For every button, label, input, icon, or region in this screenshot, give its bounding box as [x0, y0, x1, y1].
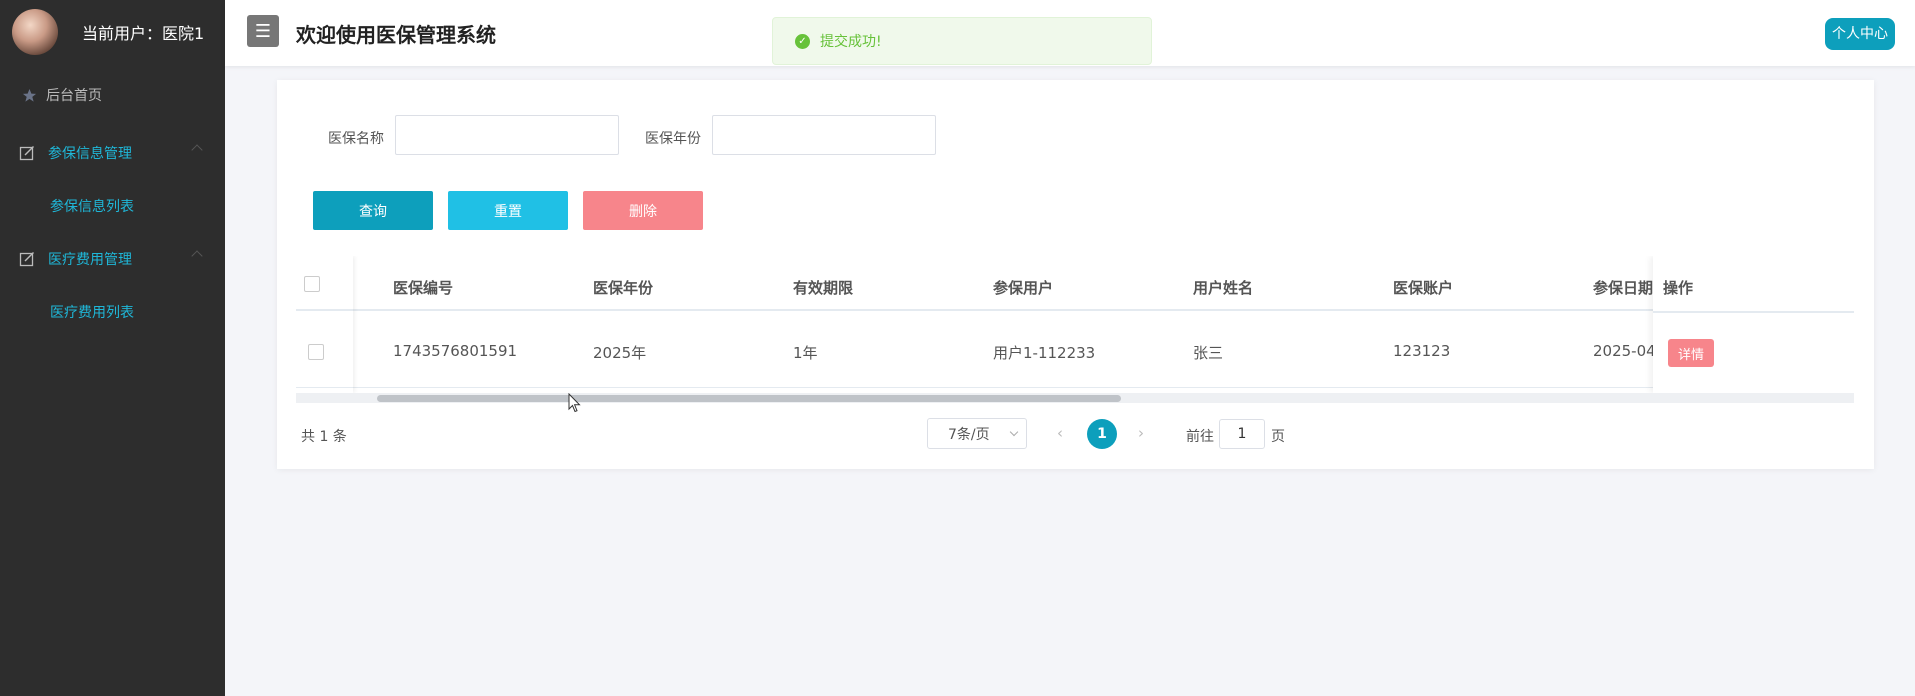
main-panel: 医保名称 医保年份 查询 重置 删除 医保编号 医保年份 有效期限 参保用户 用… — [277, 80, 1874, 469]
sidebar-subitem-label: 参保信息列表 — [50, 199, 134, 215]
scrollbar-thumb[interactable] — [377, 395, 1121, 402]
row-checkbox[interactable] — [308, 344, 324, 360]
sidebar-item-label: 后台首页 — [46, 88, 102, 104]
mouse-cursor-icon — [568, 393, 581, 413]
cell-insured-user: 用户1-112233 — [993, 344, 1096, 362]
horizontal-scrollbar[interactable] — [296, 393, 1854, 403]
sidebar: 当前用户：医院1 后台首页 参保信息管理 参保信息列表 医疗费用管理 医疗费用列… — [0, 0, 225, 696]
sidebar-item-medical-costs[interactable]: 医疗费用管理 — [0, 232, 225, 286]
data-table: 医保编号 医保年份 有效期限 参保用户 用户姓名 医保账户 参保日期 17435… — [296, 256, 1854, 396]
prev-page-icon[interactable]: ‹ — [1057, 424, 1063, 442]
cell-period: 1年 — [793, 344, 818, 362]
detail-button[interactable]: 详情 — [1668, 339, 1714, 367]
select-all-checkbox[interactable] — [304, 276, 320, 292]
column-header-action: 操作 — [1663, 279, 1694, 297]
cell-date: 2025-04 — [1593, 342, 1656, 360]
page-title: 欢迎使用医保管理系统 — [296, 23, 496, 47]
sidebar-subitem-insurance-list[interactable]: 参保信息列表 — [0, 180, 225, 232]
column-header[interactable]: 参保日期 — [1593, 277, 1653, 298]
next-page-icon[interactable]: › — [1138, 424, 1144, 442]
chevron-up-icon — [191, 144, 203, 156]
sidebar-subitem-label: 医疗费用列表 — [50, 305, 134, 321]
hamburger-icon: ☰ — [254, 20, 272, 42]
column-header[interactable]: 用户姓名 — [1193, 277, 1253, 298]
reset-button[interactable]: 重置 — [448, 191, 568, 230]
menu-toggle-button[interactable]: ☰ — [247, 15, 279, 47]
sidebar-item-home[interactable]: 后台首页 — [0, 64, 225, 126]
cell-user-name: 张三 — [1193, 344, 1224, 362]
avatar[interactable] — [12, 8, 58, 55]
cell-year: 2025年 — [593, 344, 647, 362]
name-input[interactable] — [395, 115, 619, 155]
page-number-current[interactable]: 1 — [1087, 419, 1117, 449]
check-circle-icon: ✓ — [795, 33, 810, 49]
toast-message: 提交成功! — [820, 34, 882, 50]
user-label: 当前用户： — [82, 23, 163, 43]
page-size-select[interactable]: 7条/页 — [927, 418, 1027, 449]
sidebar-subitem-cost-list[interactable]: 医疗费用列表 — [0, 286, 225, 338]
chevron-up-icon — [191, 250, 203, 262]
cell-account: 123123 — [1393, 342, 1451, 360]
goto-page-input[interactable]: 1 — [1219, 419, 1265, 449]
column-header[interactable]: 医保年份 — [593, 277, 653, 298]
edit-icon — [18, 144, 36, 162]
delete-button[interactable]: 删除 — [583, 191, 703, 230]
column-header[interactable]: 医保账户 — [1393, 277, 1453, 298]
fixed-action-column: 操作 详情 — [1653, 256, 1854, 393]
column-header[interactable]: 参保用户 — [993, 277, 1053, 298]
edit-icon — [18, 250, 36, 268]
home-icon — [20, 86, 38, 104]
sidebar-item-label: 医疗费用管理 — [48, 252, 132, 268]
current-user: 当前用户：医院1 — [82, 20, 204, 44]
profile-button[interactable]: 个人中心 — [1825, 18, 1895, 50]
goto-label: 前往 — [1186, 429, 1214, 445]
fixed-select-column — [296, 256, 353, 393]
page-suffix: 页 — [1271, 429, 1285, 445]
sidebar-item-label: 参保信息管理 — [48, 146, 132, 162]
search-button[interactable]: 查询 — [313, 191, 433, 230]
chevron-down-icon — [1009, 427, 1019, 437]
divider — [1653, 311, 1854, 313]
total-count: 共 1 条 — [301, 429, 347, 445]
cell-id: 1743576801591 — [393, 342, 518, 360]
column-header[interactable]: 有效期限 — [793, 277, 853, 298]
table-header: 医保编号 医保年份 有效期限 参保用户 用户姓名 医保账户 参保日期 — [296, 256, 1854, 311]
year-input[interactable] — [712, 115, 936, 155]
table-row[interactable]: 1743576801591 2025年 1年 用户1-112233 张三 123… — [296, 313, 1854, 388]
user-info: 当前用户：医院1 — [0, 0, 225, 64]
name-label: 医保名称 — [328, 131, 384, 147]
sidebar-item-insurance-info[interactable]: 参保信息管理 — [0, 126, 225, 180]
column-header[interactable]: 医保编号 — [393, 277, 453, 298]
year-label: 医保年份 — [645, 131, 701, 147]
page-size-value: 7条/页 — [948, 426, 990, 443]
user-name: 医院1 — [162, 23, 205, 43]
success-toast: ✓ 提交成功! — [772, 17, 1152, 65]
